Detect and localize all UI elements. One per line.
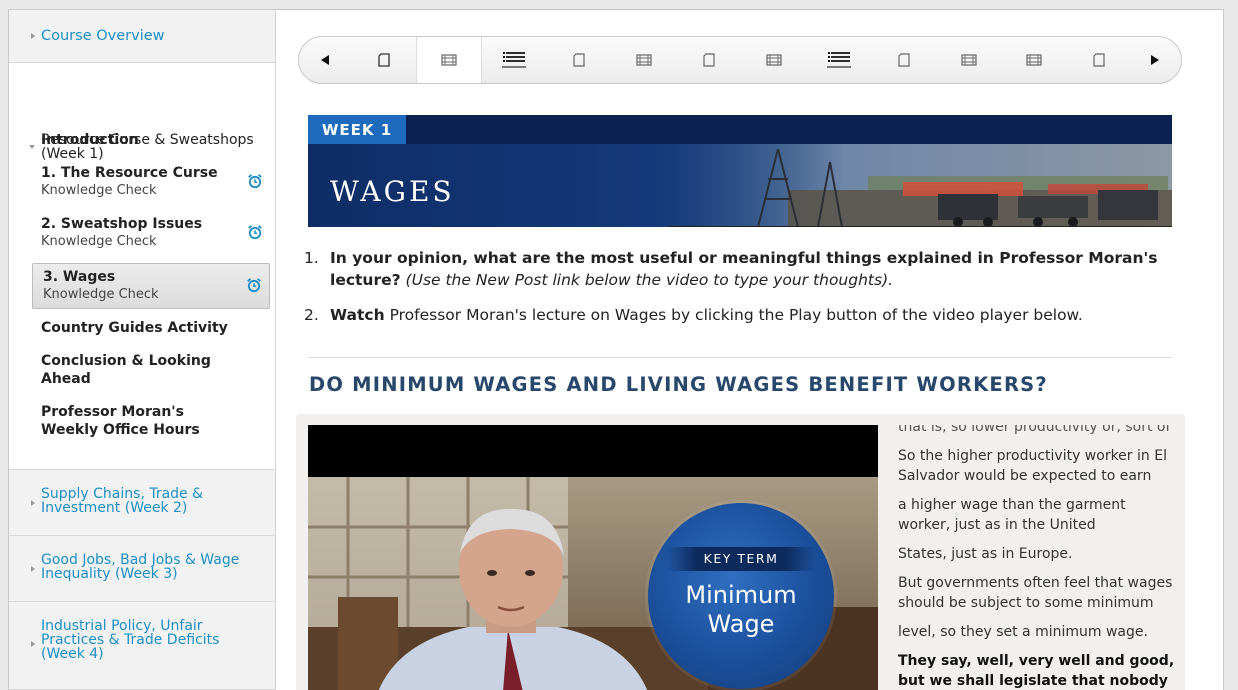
- video-icon: [766, 54, 782, 66]
- transcript-line: that is, so lower productivity or, sort …: [898, 425, 1171, 435]
- sidebar-item-sweatshop-issues[interactable]: 2. Sweatshop Issues Knowledge Check: [41, 215, 269, 251]
- page-icon: [703, 53, 715, 67]
- video-icon: [1026, 54, 1042, 66]
- page-icon: [378, 53, 390, 67]
- video-player[interactable]: KEY TERM Minimum Wage: [308, 425, 878, 690]
- transcript-line[interactable]: States, just as in Europe.: [898, 544, 1180, 564]
- instruction-note: (Use the New Post link below the video t…: [405, 271, 894, 289]
- sidebar-section-label[interactable]: Industrial Policy, Unfair Practices & Tr…: [41, 619, 261, 661]
- instruction-item: 1. In your opinion, what are the most us…: [304, 247, 1184, 291]
- section-heading: DO MINIMUM WAGES AND LIVING WAGES BENEFI…: [309, 373, 1048, 396]
- sidebar-item-label: 1. The Resource Curse: [41, 165, 218, 181]
- next-button[interactable]: [1135, 37, 1175, 83]
- sidebar-section-overview[interactable]: Course Overview: [9, 10, 275, 63]
- sidebar-item-label: Country Guides Activity: [41, 320, 228, 336]
- transcript-line[interactable]: But governments often feel that wages sh…: [898, 573, 1180, 613]
- sequence-item-video[interactable]: [936, 37, 1002, 83]
- transcript-line-current[interactable]: They say, well, very well and good, but …: [898, 651, 1180, 690]
- week-label: WEEK 1: [308, 115, 406, 144]
- page-icon: [898, 53, 910, 67]
- divider: [308, 357, 1172, 358]
- oilfield-image: [668, 144, 1172, 227]
- sidebar-item-sublabel: Knowledge Check: [41, 234, 157, 249]
- page-icon: [1093, 53, 1105, 67]
- sidebar-item-sublabel: Knowledge Check: [41, 183, 157, 198]
- sidebar-item-conclusion[interactable]: Conclusion & Looking Ahead: [41, 352, 221, 388]
- arrow-left-icon: [321, 55, 329, 65]
- list-icon: [827, 52, 851, 68]
- sequence-item-video[interactable]: [741, 37, 807, 83]
- instruction-text: Professor Moran's lecture on Wages by cl…: [389, 306, 1083, 324]
- chevron-right-icon: [31, 566, 35, 572]
- sidebar-item-label: Professor Moran's Weekly Office Hours: [41, 404, 200, 438]
- sidebar-item-wages-active[interactable]: 3. Wages Knowledge Check: [32, 263, 270, 309]
- transcript-line[interactable]: a higher wage than the garment worker, j…: [898, 495, 1180, 535]
- transcript-clipped-line: that is, so lower productivity or, sort …: [898, 425, 1180, 438]
- transcript-line[interactable]: So the higher productivity worker in El …: [898, 446, 1180, 486]
- chevron-right-icon: [31, 641, 35, 647]
- sidebar-item-sublabel: Knowledge Check: [43, 287, 159, 302]
- instruction-verb: Watch: [330, 306, 385, 324]
- sidebar-item-office-hours[interactable]: Professor Moran's Weekly Office Hours: [41, 403, 241, 439]
- banner-title: WAGES: [330, 175, 455, 208]
- sidebar-section-week3[interactable]: Good Jobs, Bad Jobs & Wage Inequality (W…: [9, 536, 275, 602]
- video-icon: [441, 54, 457, 66]
- list-icon: [502, 52, 526, 68]
- sequence-item-page[interactable]: [676, 37, 742, 83]
- sequence-item-video[interactable]: [611, 37, 677, 83]
- sidebar-section-label[interactable]: Supply Chains, Trade & Investment (Week …: [41, 487, 261, 515]
- banner-topbar: [308, 115, 1172, 144]
- page-icon: [573, 53, 585, 67]
- instruction-item: 2. Watch Professor Moran's lecture on Wa…: [304, 304, 1184, 326]
- sidebar-item-country-guides[interactable]: Country Guides Activity: [41, 319, 269, 337]
- key-term-line: Minimum: [685, 581, 797, 609]
- sequence-navigation: [298, 36, 1182, 84]
- sidebar-item-label: Introduction: [41, 132, 139, 148]
- week-banner: WEEK 1 WAGES: [308, 115, 1172, 227]
- sidebar-section-week2[interactable]: Supply Chains, Trade & Investment (Week …: [9, 470, 275, 536]
- sidebar-item-introduction[interactable]: Introduction: [41, 131, 269, 149]
- chevron-down-icon: [29, 145, 35, 149]
- sidebar-section-label[interactable]: Course Overview: [41, 29, 261, 44]
- chevron-right-icon: [31, 500, 35, 506]
- instruction-number: 2.: [304, 306, 319, 324]
- key-term-badge: KEY TERM Minimum Wage: [648, 503, 834, 689]
- sidebar-item-label: 2. Sweatshop Issues: [41, 216, 203, 232]
- sequence-item-page[interactable]: [1066, 37, 1132, 83]
- interactive-transcript[interactable]: that is, so lower productivity or, sort …: [898, 425, 1180, 690]
- video-icon: [636, 54, 652, 66]
- sidebar-item-label: 3. Wages: [43, 269, 116, 285]
- arrow-right-icon: [1151, 55, 1159, 65]
- sidebar-section-label[interactable]: Good Jobs, Bad Jobs & Wage Inequality (W…: [41, 553, 261, 581]
- sequence-item-list[interactable]: [481, 37, 547, 83]
- sequence-item-video-selected[interactable]: [416, 37, 482, 83]
- sidebar-item-resource-curse[interactable]: 1. The Resource Curse Knowledge Check: [41, 164, 269, 200]
- alarm-clock-icon: [247, 278, 261, 293]
- instructions-list: 1. In your opinion, what are the most us…: [304, 247, 1184, 339]
- key-term-label: KEY TERM: [666, 547, 816, 571]
- sequence-item-page[interactable]: [351, 37, 417, 83]
- course-sidebar: Course Overview Resource Curse & Sweatsh…: [9, 10, 276, 690]
- alarm-clock-icon: [248, 174, 262, 189]
- instruction-number: 1.: [304, 249, 319, 267]
- key-term-line: Wage: [707, 610, 775, 638]
- alarm-clock-icon: [248, 225, 262, 240]
- sequence-item-page[interactable]: [546, 37, 612, 83]
- key-term-word: Minimum Wage: [648, 581, 834, 639]
- transcript-line[interactable]: level, so they set a minimum wage.: [898, 622, 1180, 642]
- sidebar-section-week4[interactable]: Industrial Policy, Unfair Practices & Tr…: [9, 602, 275, 690]
- sequence-item-list[interactable]: [806, 37, 872, 83]
- chevron-right-icon: [31, 33, 35, 39]
- sequence-item-video[interactable]: [1001, 37, 1067, 83]
- video-icon: [961, 54, 977, 66]
- sidebar-item-label: Conclusion & Looking Ahead: [41, 353, 211, 387]
- sequence-item-page[interactable]: [871, 37, 937, 83]
- previous-button[interactable]: [305, 37, 345, 83]
